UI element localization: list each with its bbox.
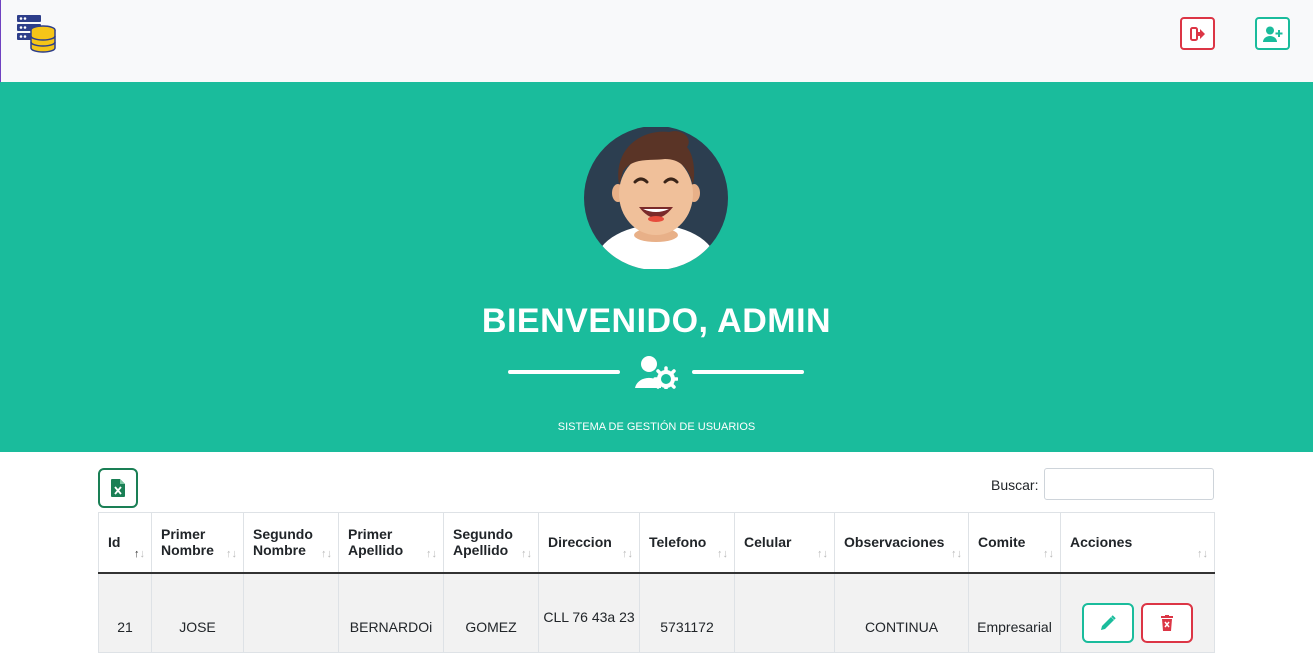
cell-telefono: 5731172 <box>639 572 735 653</box>
users-table: Id ↑↓ Primer Nombre ↑↓ Segundo Nombre ↑↓ Prim… <box>98 512 1215 653</box>
sort-icon: ↑↓ <box>717 547 728 560</box>
welcome-banner: BIENVENIDO, ADMIN SISTEMA DE GESTIÓN DE … <box>0 82 1313 452</box>
sort-icon: ↑↓ <box>622 547 633 560</box>
table-header-row: Id ↑↓ Primer Nombre ↑↓ Segundo Nombre ↑↓ Prim… <box>98 512 1215 574</box>
column-header-observaciones[interactable]: Observaciones ↑↓ <box>834 512 969 574</box>
cell-direccion: CLL 76 43a 23 <box>538 572 640 653</box>
sort-icon: ↑↓ <box>1197 547 1208 560</box>
cell-segundo-nombre <box>243 572 339 653</box>
logout-button[interactable] <box>1180 17 1215 50</box>
sort-icon: ↑↓ <box>426 547 437 560</box>
sort-icon: ↑↓ <box>951 547 962 560</box>
delete-button[interactable] <box>1141 602 1194 643</box>
column-header-id[interactable]: Id ↑↓ <box>98 512 152 574</box>
sort-icon: ↑↓ <box>1043 547 1054 560</box>
sort-icon: ↑↓ <box>226 547 237 560</box>
database-server-icon[interactable] <box>15 14 57 54</box>
system-subtitle: SISTEMA DE GESTIÓN DE USUARIOS <box>557 421 756 433</box>
divider-line-left <box>508 370 620 374</box>
column-header-segundo-apellido[interactable]: Segundo Apellido ↑↓ <box>443 512 539 574</box>
column-header-direccion[interactable]: Direccion ↑↓ <box>538 512 640 574</box>
users-cog-icon <box>635 356 678 389</box>
file-excel-icon <box>111 479 125 497</box>
cell-observaciones: CONTINUA <box>834 572 969 653</box>
column-header-primer-nombre[interactable]: Primer Nombre ↑↓ <box>151 512 244 574</box>
column-header-celular[interactable]: Celular ↑↓ <box>734 512 835 574</box>
column-header-telefono[interactable]: Telefono ↑↓ <box>639 512 735 574</box>
user-plus-icon <box>1262 26 1282 42</box>
cell-id: 21 <box>98 572 152 653</box>
divider-line-right <box>692 370 804 374</box>
cell-segundo-apellido: GOMEZ <box>443 572 539 653</box>
sort-asc-icon: ↑↓ <box>134 547 145 560</box>
cell-acciones <box>1060 572 1215 653</box>
cell-comite: Empresarial <box>968 572 1061 653</box>
cell-primer-nombre: JOSE <box>151 572 244 653</box>
search-label: Buscar: <box>991 477 1039 493</box>
user-avatar <box>584 127 728 269</box>
table-row: 21 JOSE BERNARDOi GOMEZ CLL 76 43a 23 57… <box>98 572 1215 653</box>
welcome-title: BIENVENIDO, ADMIN <box>481 302 832 340</box>
sign-out-icon <box>1189 26 1205 41</box>
sort-icon: ↑↓ <box>817 547 828 560</box>
sort-icon: ↑↓ <box>321 547 332 560</box>
edit-button[interactable] <box>1081 602 1134 643</box>
pencil-icon <box>1100 615 1116 630</box>
cell-celular <box>734 572 835 653</box>
export-excel-button[interactable] <box>98 468 138 508</box>
column-header-primer-apellido[interactable]: Primer Apellido ↑↓ <box>338 512 444 574</box>
add-user-button[interactable] <box>1255 17 1290 50</box>
search-input[interactable] <box>1044 468 1214 500</box>
column-header-segundo-nombre[interactable]: Segundo Nombre ↑↓ <box>243 512 339 574</box>
column-header-comite[interactable]: Comite ↑↓ <box>968 512 1061 574</box>
cell-primer-apellido: BERNARDOi <box>338 572 444 653</box>
trash-icon <box>1161 614 1174 631</box>
sort-icon: ↑↓ <box>521 547 532 560</box>
top-navbar <box>0 0 1313 82</box>
column-header-acciones[interactable]: Acciones ↑↓ <box>1060 512 1215 574</box>
